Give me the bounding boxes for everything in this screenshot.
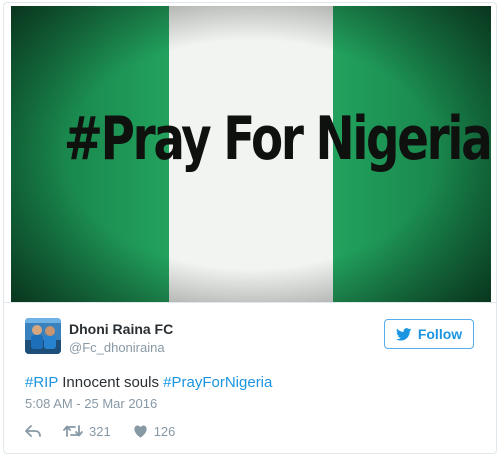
tweet-text: #RIP Innocent souls #PrayForNigeria <box>25 374 272 391</box>
reply-icon <box>25 425 41 437</box>
media-divider <box>4 302 496 303</box>
avatar[interactable] <box>25 318 61 354</box>
reply-button[interactable] <box>25 424 41 438</box>
retweet-button[interactable]: 321 <box>63 424 111 439</box>
heart-icon <box>134 425 147 438</box>
retweet-icon <box>63 425 83 437</box>
author-name[interactable]: Dhoni Raina FC <box>69 321 173 337</box>
tweet-body-text: Innocent souls <box>58 374 164 391</box>
like-button[interactable]: 126 <box>133 423 176 439</box>
twitter-bird-icon <box>395 327 412 341</box>
follow-button-label: Follow <box>417 326 463 342</box>
tweet-actions: 321 126 <box>25 422 175 440</box>
image-caption-text: #Pray For Nigeria <box>63 104 491 174</box>
retweet-count: 321 <box>89 423 111 439</box>
embedded-tweet-card: #Pray For Nigeria Dhoni Raina FC @Fc_dho… <box>3 2 497 454</box>
like-count: 126 <box>153 423 176 439</box>
hashtag-prayfornigeria[interactable]: #PrayForNigeria <box>163 374 272 391</box>
author-handle[interactable]: @Fc_dhoniraina <box>69 340 165 355</box>
hashtag-rip[interactable]: #RIP <box>25 374 58 391</box>
avatar-image <box>25 318 61 354</box>
tweet-media-image[interactable]: #Pray For Nigeria <box>11 6 491 303</box>
follow-button[interactable]: Follow <box>384 319 474 349</box>
tweet-timestamp[interactable]: 5:08 AM - 25 Mar 2016 <box>25 396 157 411</box>
